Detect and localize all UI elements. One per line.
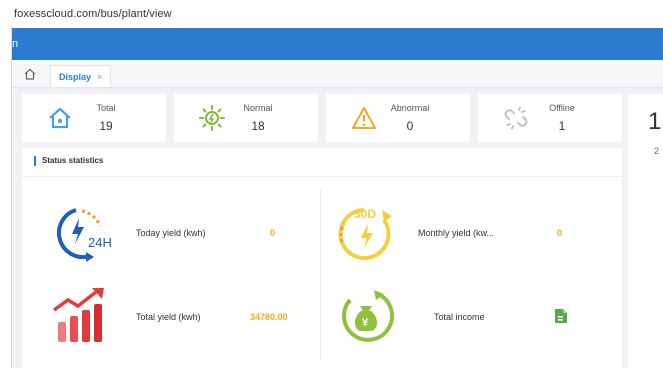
card-offline[interactable]: Offline 1: [478, 94, 622, 142]
total-income-label: Total income: [434, 312, 485, 322]
svg-text:¥: ¥: [362, 317, 369, 329]
card-total-value: 19: [99, 119, 113, 133]
status-statistics-panel: Status statistics 24H Today yield (kwh) …: [22, 148, 622, 368]
header-text: n: [12, 38, 19, 50]
bar-chart-up-icon: [52, 284, 112, 353]
monthly-yield-label: Monthly yield (kw...: [418, 228, 495, 238]
money-bag-icon: ¥: [338, 286, 398, 351]
home-icon: [46, 104, 74, 132]
tab-bar: Display ×: [12, 63, 663, 88]
card-total[interactable]: Total 19: [22, 94, 166, 142]
card-abnormal-label: Abnormal: [390, 103, 430, 113]
tab-display[interactable]: Display ×: [50, 65, 112, 87]
app-header: n: [12, 28, 663, 60]
divider: [320, 188, 321, 360]
24h-energy-icon: 24H: [46, 200, 116, 273]
today-yield-label: Today yield (kwh): [136, 228, 206, 238]
card-normal[interactable]: Normal 18: [174, 94, 318, 142]
monthly-yield-value: 0: [557, 228, 563, 238]
right-panel-number: 1: [648, 108, 662, 135]
document-icon[interactable]: [554, 308, 568, 329]
card-offline-label: Offline: [549, 103, 575, 113]
tab-close-icon[interactable]: ×: [97, 72, 102, 82]
url-text[interactable]: foxesscloud.com/bus/plant/view: [14, 8, 172, 20]
home-icon[interactable]: [22, 66, 38, 82]
browser-address-bar[interactable]: foxesscloud.com/bus/plant/view: [0, 0, 663, 26]
broken-link-icon: [502, 104, 530, 132]
svg-text:24H: 24H: [88, 235, 112, 250]
30d-energy-icon: 30D: [334, 202, 404, 271]
status-statistics-title: Status statistics: [34, 156, 103, 166]
card-total-label: Total: [96, 103, 116, 113]
tab-display-label: Display: [59, 71, 92, 82]
card-abnormal-value: 0: [406, 119, 414, 133]
right-panel-subtext: 2: [654, 146, 660, 156]
sun-icon: [198, 104, 226, 132]
card-offline-value: 1: [558, 119, 566, 133]
total-yield-value: 34780.00: [250, 312, 288, 322]
divider: [22, 176, 622, 177]
today-yield-value: 0: [270, 228, 276, 238]
total-yield-label: Total yield (kwh): [136, 312, 201, 322]
right-panel: 1 2: [628, 94, 663, 368]
card-abnormal[interactable]: Abnormal 0: [326, 94, 470, 142]
svg-text:30D: 30D: [354, 207, 376, 221]
warning-icon: [350, 104, 378, 132]
card-normal-value: 18: [251, 119, 265, 133]
card-normal-label: Normal: [243, 103, 273, 113]
